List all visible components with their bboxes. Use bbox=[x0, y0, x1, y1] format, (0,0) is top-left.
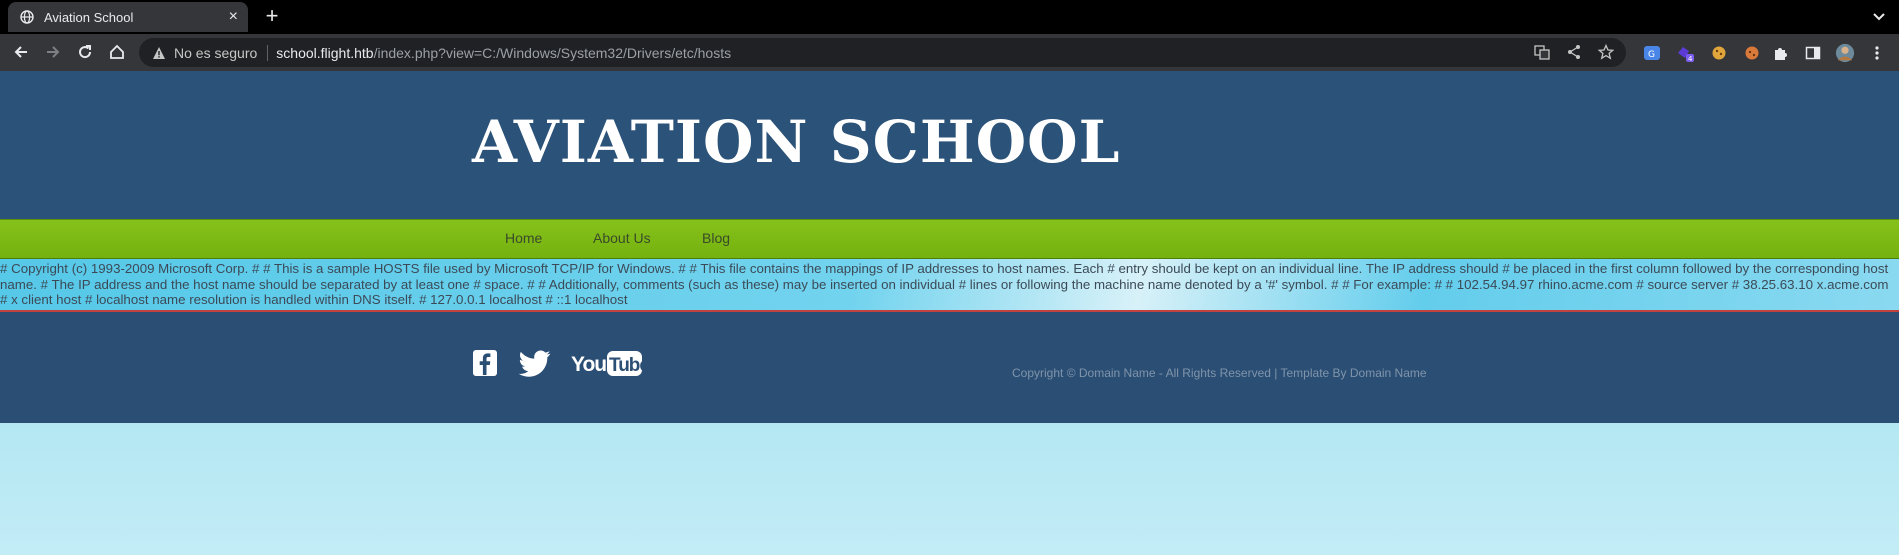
hosts-file-text: # Copyright (c) 1993-2009 Microsoft Corp… bbox=[0, 261, 1889, 307]
bookmark-star-icon[interactable] bbox=[1598, 44, 1614, 60]
cookie-editor-icon bbox=[1708, 43, 1728, 63]
home-button[interactable] bbox=[107, 42, 127, 62]
omnibox-actions bbox=[1534, 44, 1614, 60]
globe-icon bbox=[20, 10, 34, 24]
url-path[interactable]: /index.php?view=C:/Windows/System32/Driv… bbox=[374, 45, 732, 61]
omnibox-divider bbox=[267, 44, 269, 61]
nav-blog[interactable]: Blog bbox=[702, 230, 730, 246]
cookie-editor-extension-icon[interactable] bbox=[1742, 43, 1762, 63]
extensions-puzzle-icon[interactable] bbox=[1770, 43, 1790, 63]
browser-tab[interactable]: Aviation School × bbox=[8, 2, 248, 32]
browser-menu-icon[interactable] bbox=[1867, 43, 1887, 63]
tab-search-chevron-icon[interactable] bbox=[1871, 8, 1887, 24]
forward-button[interactable] bbox=[43, 42, 63, 62]
youtube-icon[interactable]: You Tube bbox=[571, 348, 643, 378]
translate-extension-icon[interactable]: G bbox=[1642, 43, 1662, 63]
site-footer bbox=[0, 312, 1899, 423]
svg-text:G: G bbox=[1648, 50, 1655, 60]
facebook-icon[interactable] bbox=[473, 350, 497, 376]
address-bar[interactable]: No es seguro school.flight.htb/index.php… bbox=[139, 38, 1626, 67]
reload-button[interactable] bbox=[75, 42, 95, 62]
url-host[interactable]: school.flight.htb bbox=[276, 45, 373, 61]
extension-badge: 4 bbox=[1688, 55, 1693, 63]
back-button[interactable] bbox=[11, 42, 31, 62]
nav-about-us[interactable]: About Us bbox=[593, 230, 651, 246]
share-icon[interactable] bbox=[1566, 44, 1582, 60]
close-tab-icon[interactable]: × bbox=[229, 8, 238, 26]
side-panel-icon[interactable] bbox=[1803, 43, 1823, 63]
content-area: # Copyright (c) 1993-2009 Microsoft Corp… bbox=[0, 259, 1899, 310]
youtube-you-text: You bbox=[571, 353, 606, 376]
browser-toolbar: No es seguro school.flight.htb/index.php… bbox=[0, 34, 1899, 71]
new-tab-button[interactable]: + bbox=[260, 5, 284, 29]
security-status[interactable]: No es seguro bbox=[174, 45, 257, 61]
youtube-tube-text: Tube bbox=[609, 355, 643, 376]
twitter-icon[interactable] bbox=[516, 350, 554, 378]
main-nav: Home About Us Blog bbox=[0, 219, 1899, 260]
translate-icon[interactable] bbox=[1534, 44, 1550, 60]
warning-icon[interactable] bbox=[152, 46, 166, 60]
site-title: AVIATION SCHOOL bbox=[472, 108, 1121, 176]
tab-title: Aviation School bbox=[44, 9, 134, 25]
footer-copyright: Copyright © Domain Name - All Rights Res… bbox=[1012, 366, 1427, 380]
nav-home[interactable]: Home bbox=[505, 230, 542, 246]
profile-avatar[interactable] bbox=[1835, 43, 1855, 63]
browser-tab-strip: Aviation School × + bbox=[0, 0, 1899, 34]
purple-extension-icon[interactable]: 4 bbox=[1675, 43, 1695, 63]
